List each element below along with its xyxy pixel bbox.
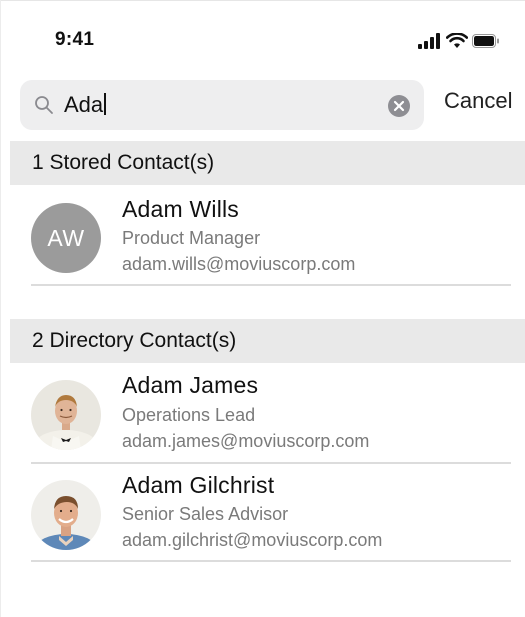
divider [31,560,511,562]
contact-email: adam.wills@moviuscorp.com [122,254,356,274]
avatar-photo-icon [31,380,101,450]
search-icon [35,96,53,114]
text-caret [104,93,107,115]
search-query[interactable]: Ada [64,92,107,118]
avatar [31,380,101,450]
contact-email: adam.gilchrist@moviuscorp.com [122,530,383,550]
avatar [31,480,101,550]
wifi-icon [446,33,468,48]
contact-email: adam.james@moviuscorp.com [122,431,370,451]
contact-row[interactable]: Adam Gilchrist Senior Sales Advisor adam… [0,466,525,566]
avatar-photo-icon [31,480,101,550]
avatar: AW [31,203,101,273]
section-title: 1 Stored Contact(s) [32,151,215,174]
status-time: 9:41 [55,29,95,50]
contact-name: Adam Wills [122,196,240,222]
signal-icon [418,33,440,49]
search-row: Ada Cancel [0,72,525,134]
contact-name: Adam Gilchrist [122,472,275,498]
status-bar: 9:41 [0,0,525,70]
cancel-button[interactable]: Cancel [444,88,512,114]
contact-name: Adam James [122,372,259,398]
section-title: 2 Directory Contact(s) [32,329,237,352]
clear-icon[interactable] [388,95,410,117]
contact-row[interactable]: AW Adam Wills Product Manager adam.wills… [0,188,525,288]
divider [31,284,511,286]
contact-row[interactable]: Adam James Operations Lead adam.james@mo… [0,366,525,466]
status-icons [418,33,499,51]
contact-role: Operations Lead [122,405,256,425]
battery-icon [472,34,499,48]
search-input[interactable]: Ada [20,80,424,130]
section-header-stored: 1 Stored Contact(s) [10,141,525,185]
section-header-directory: 2 Directory Contact(s) [10,319,525,363]
contact-role: Senior Sales Advisor [122,504,289,524]
divider [31,462,511,464]
contact-role: Product Manager [122,228,261,248]
